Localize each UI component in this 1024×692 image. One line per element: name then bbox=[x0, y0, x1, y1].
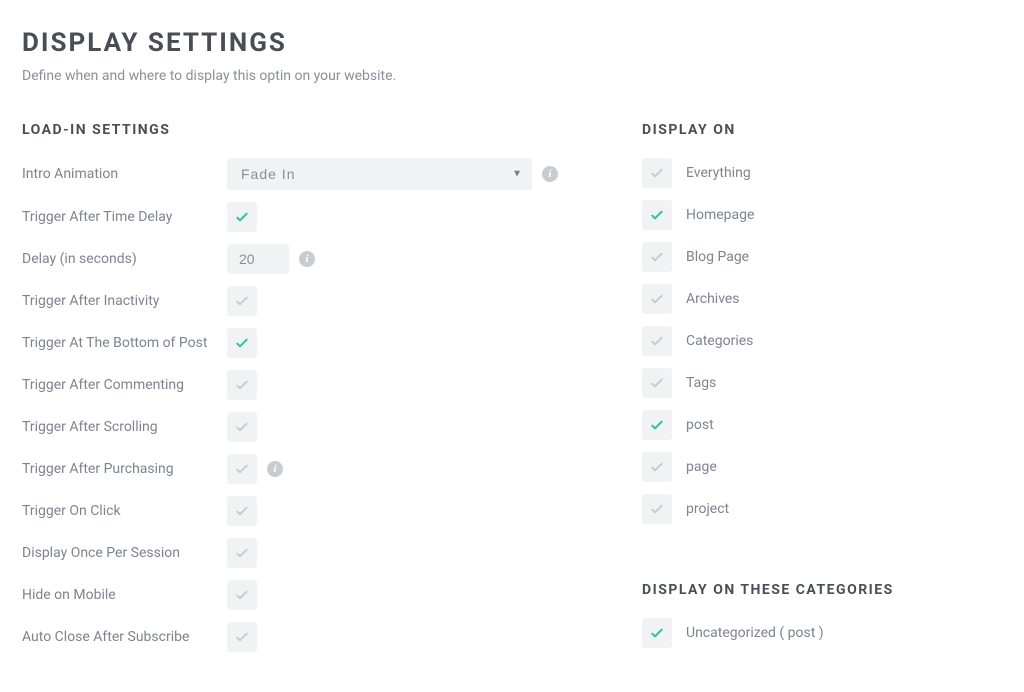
post-checkbox[interactable] bbox=[642, 410, 672, 440]
uncategorized-post-label: Uncategorized ( post ) bbox=[686, 625, 824, 641]
trigger-on-click-label: Trigger On Click bbox=[22, 503, 227, 519]
trigger-time-delay-checkbox[interactable] bbox=[227, 202, 257, 232]
display-categories-heading: DISPLAY ON THESE CATEGORIES bbox=[642, 582, 1002, 598]
display-once-session-checkbox[interactable] bbox=[227, 538, 257, 568]
archives-checkbox[interactable] bbox=[642, 284, 672, 314]
trigger-bottom-post-label: Trigger At The Bottom of Post bbox=[22, 335, 227, 351]
post-label: post bbox=[686, 417, 714, 433]
auto-close-subscribe-label: Auto Close After Subscribe bbox=[22, 629, 227, 645]
info-icon[interactable]: i bbox=[542, 166, 558, 182]
intro-animation-select[interactable]: Fade In bbox=[227, 158, 532, 190]
page-label: page bbox=[686, 459, 717, 475]
everything-label: Everything bbox=[686, 165, 751, 181]
homepage-label: Homepage bbox=[686, 207, 754, 223]
archives-label: Archives bbox=[686, 291, 740, 307]
auto-close-subscribe-checkbox[interactable] bbox=[227, 622, 257, 652]
intro-animation-label: Intro Animation bbox=[22, 166, 227, 182]
hide-on-mobile-label: Hide on Mobile bbox=[22, 587, 227, 603]
trigger-scrolling-label: Trigger After Scrolling bbox=[22, 419, 227, 435]
trigger-inactivity-checkbox[interactable] bbox=[227, 286, 257, 316]
categories-label: Categories bbox=[686, 333, 753, 349]
page-title: DISPLAY SETTINGS bbox=[22, 28, 1002, 58]
info-icon[interactable]: i bbox=[267, 461, 283, 477]
trigger-commenting-label: Trigger After Commenting bbox=[22, 377, 227, 393]
info-icon[interactable]: i bbox=[299, 251, 315, 267]
trigger-time-delay-label: Trigger After Time Delay bbox=[22, 209, 227, 225]
trigger-bottom-post-checkbox[interactable] bbox=[227, 328, 257, 358]
trigger-purchasing-checkbox[interactable] bbox=[227, 454, 257, 484]
display-once-session-label: Display Once Per Session bbox=[22, 545, 227, 561]
trigger-commenting-checkbox[interactable] bbox=[227, 370, 257, 400]
trigger-on-click-checkbox[interactable] bbox=[227, 496, 257, 526]
trigger-scrolling-checkbox[interactable] bbox=[227, 412, 257, 442]
delay-label: Delay (in seconds) bbox=[22, 251, 227, 267]
trigger-inactivity-label: Trigger After Inactivity bbox=[22, 293, 227, 309]
project-label: project bbox=[686, 501, 729, 517]
everything-checkbox[interactable] bbox=[642, 158, 672, 188]
delay-input[interactable] bbox=[227, 244, 289, 274]
blog-page-label: Blog Page bbox=[686, 249, 749, 265]
project-checkbox[interactable] bbox=[642, 494, 672, 524]
tags-checkbox[interactable] bbox=[642, 368, 672, 398]
displayon-heading: DISPLAY ON bbox=[642, 122, 1002, 138]
page-subtitle: Define when and where to display this op… bbox=[22, 68, 1002, 84]
trigger-purchasing-label: Trigger After Purchasing bbox=[22, 461, 227, 477]
blog-page-checkbox[interactable] bbox=[642, 242, 672, 272]
homepage-checkbox[interactable] bbox=[642, 200, 672, 230]
categories-checkbox[interactable] bbox=[642, 326, 672, 356]
hide-on-mobile-checkbox[interactable] bbox=[227, 580, 257, 610]
page-checkbox[interactable] bbox=[642, 452, 672, 482]
loadin-heading: LOAD-IN SETTINGS bbox=[22, 122, 582, 138]
uncategorized-post-checkbox[interactable] bbox=[642, 618, 672, 648]
tags-label: Tags bbox=[686, 375, 716, 391]
